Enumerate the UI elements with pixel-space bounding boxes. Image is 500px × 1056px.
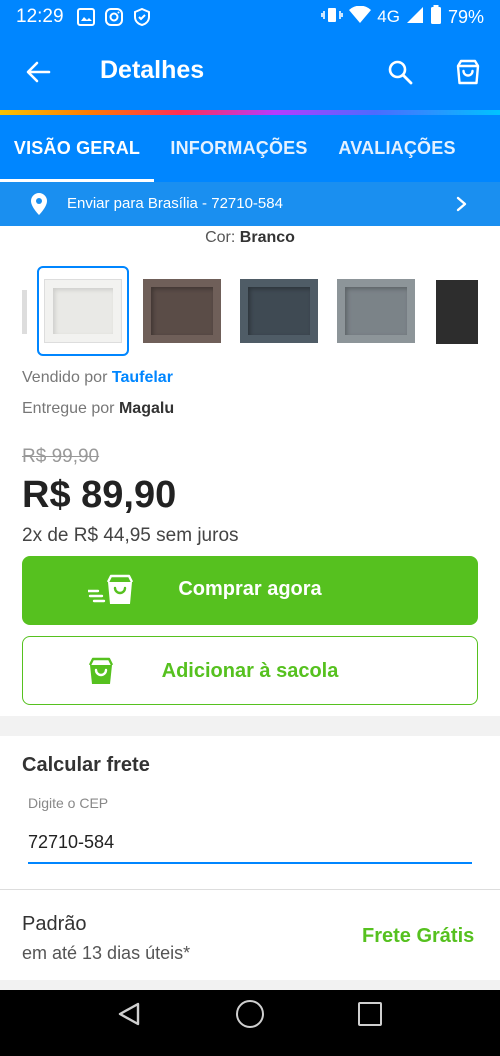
add-to-bag-button[interactable]: Adicionar à sacola bbox=[22, 636, 478, 705]
instagram-notification-icon bbox=[104, 7, 124, 27]
vibrate-icon bbox=[321, 6, 344, 29]
seller-link[interactable]: Taufelar bbox=[112, 369, 173, 386]
buy-now-button[interactable]: Comprar agora bbox=[22, 556, 478, 625]
swatch-black-partial[interactable] bbox=[436, 280, 478, 344]
tab-overview[interactable]: VISÃO GERAL bbox=[0, 115, 154, 182]
nav-home-icon[interactable] bbox=[236, 1000, 264, 1028]
color-selection-label: Cor: Branco bbox=[0, 229, 500, 247]
shipping-option-price: Frete Grátis bbox=[362, 925, 475, 947]
cep-input[interactable]: 72710-584 bbox=[28, 832, 114, 853]
shopping-bag-icon bbox=[456, 59, 480, 85]
sold-by: Vendido por Taufelar bbox=[22, 369, 173, 387]
installments-info: 2x de R$ 44,95 sem juros bbox=[22, 525, 239, 546]
swatch-gray-image bbox=[337, 279, 415, 343]
back-button[interactable] bbox=[22, 56, 54, 88]
search-icon bbox=[388, 60, 413, 85]
delivery-location-bar[interactable]: Enviar para Brasília - 72710-584 bbox=[0, 182, 500, 226]
status-right: 4G 79% bbox=[321, 4, 484, 30]
swatch-blue-gray[interactable] bbox=[233, 266, 325, 356]
page-title: Detalhes bbox=[100, 56, 205, 84]
swatch-brown-image bbox=[143, 279, 221, 343]
notification-icons bbox=[76, 7, 152, 27]
add-to-bag-label: Adicionar à sacola bbox=[161, 660, 339, 682]
battery-percent: 79% bbox=[447, 6, 484, 27]
status-bar: 12:29 4G 79% bbox=[0, 0, 500, 34]
cep-label: Digite o CEP bbox=[28, 795, 109, 811]
sold-by-label: Vendido por bbox=[22, 369, 108, 386]
chevron-right-icon bbox=[456, 196, 467, 212]
shopping-bag-button[interactable] bbox=[452, 56, 484, 88]
signal-icon bbox=[406, 6, 424, 29]
shield-notification-icon bbox=[132, 7, 152, 27]
system-navigation-bar bbox=[0, 990, 500, 1056]
wifi-icon bbox=[349, 5, 372, 29]
battery-icon bbox=[430, 4, 442, 30]
section-divider bbox=[0, 980, 500, 990]
location-pin-icon bbox=[31, 193, 47, 215]
buy-now-label: Comprar agora bbox=[178, 578, 322, 600]
gallery-notification-icon bbox=[76, 7, 96, 27]
old-price: R$ 99,90 bbox=[22, 446, 100, 467]
deliverer-name: Magalu bbox=[118, 400, 175, 417]
app-bar: Detalhes bbox=[0, 34, 500, 110]
divider bbox=[0, 889, 500, 890]
swatch-blue-gray-image bbox=[240, 279, 318, 343]
current-price: R$ 89,90 bbox=[22, 474, 177, 516]
section-divider bbox=[0, 716, 500, 736]
cep-input-underline bbox=[28, 862, 472, 864]
delivery-location-text: Enviar para Brasília - 72710-584 bbox=[67, 195, 283, 212]
swatch-brown[interactable] bbox=[136, 266, 228, 356]
tab-reviews[interactable]: AVALIAÇÕES bbox=[324, 115, 470, 182]
swatch-gray[interactable] bbox=[330, 266, 422, 356]
shipping-option-days: em até 13 dias úteis* bbox=[22, 943, 191, 963]
swatch-white-image bbox=[44, 279, 122, 343]
search-button[interactable] bbox=[384, 56, 416, 88]
swatch-partial-left[interactable] bbox=[22, 290, 27, 334]
delivered-by-label: Entregue por bbox=[22, 400, 115, 417]
nav-back-icon[interactable] bbox=[116, 1001, 142, 1027]
nav-recents-icon[interactable] bbox=[358, 1002, 382, 1026]
color-value: Branco bbox=[239, 229, 295, 246]
delivered-by: Entregue por Magalu bbox=[22, 400, 174, 418]
arrow-left-icon bbox=[26, 61, 51, 83]
color-label: Cor: bbox=[205, 229, 236, 246]
swatch-white[interactable] bbox=[37, 266, 129, 356]
tab-information[interactable]: INFORMAÇÕES bbox=[154, 115, 324, 182]
shipping-option-name: Padrão bbox=[22, 913, 87, 935]
shipping-calc-title: Calcular frete bbox=[22, 754, 150, 776]
status-time: 12:29 bbox=[16, 6, 64, 27]
network-type: 4G bbox=[377, 7, 400, 26]
tab-bar: VISÃO GERAL INFORMAÇÕES AVALIAÇÕES bbox=[0, 115, 500, 182]
